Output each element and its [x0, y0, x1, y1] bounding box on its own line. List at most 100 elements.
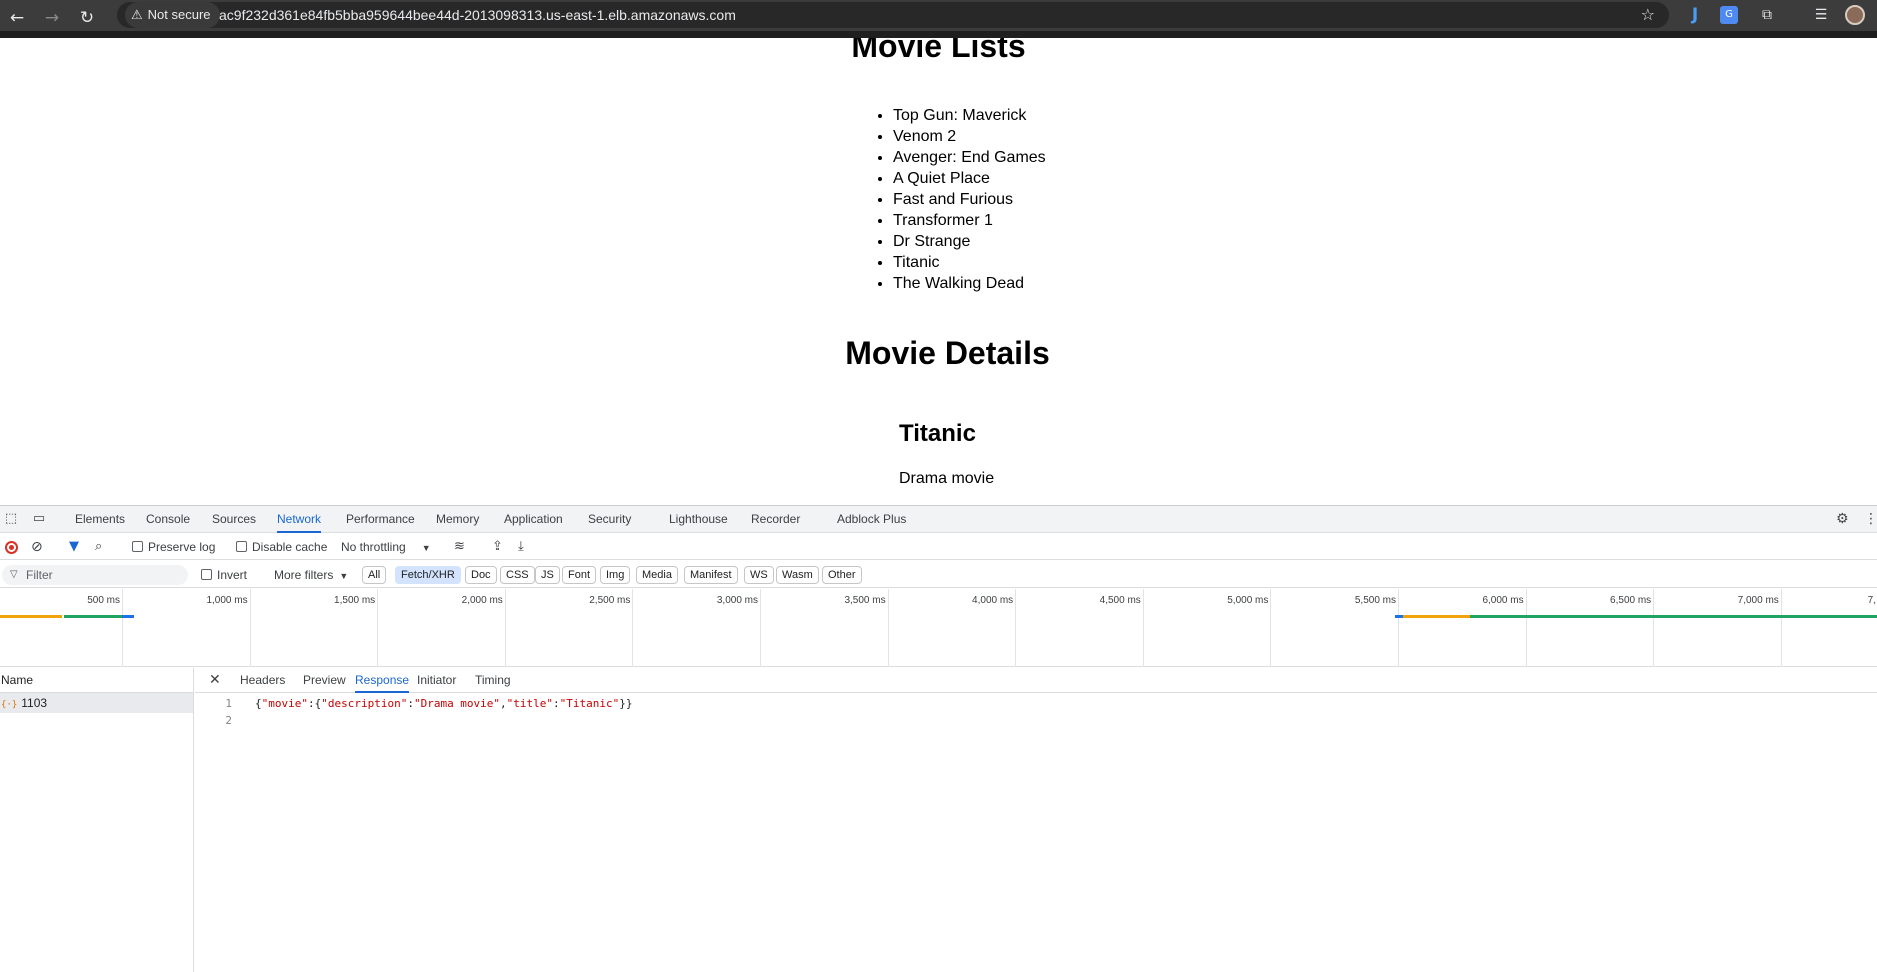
timeline-tick-label: 4,500 ms	[1099, 595, 1141, 606]
disable-cache-label: Disable cache	[252, 540, 328, 554]
checkbox-box[interactable]	[201, 569, 212, 580]
json-key: "movie"	[261, 697, 308, 710]
settings-gear-icon[interactable]: ⚙	[1836, 512, 1849, 526]
more-filters-dropdown[interactable]: More filters ▼	[274, 562, 348, 588]
toolbar-divider	[0, 31, 1877, 38]
preserve-log-label: Preserve log	[148, 540, 216, 554]
device-toolbar-icon[interactable]: ▭	[31, 511, 47, 527]
filter-chip-js[interactable]: JS	[535, 566, 560, 584]
timeline-gridline	[504, 589, 506, 667]
filter-chip-doc[interactable]: Doc	[465, 566, 497, 584]
filter-chip-wasm[interactable]: Wasm	[776, 566, 819, 584]
more-options-icon[interactable]: ⋮	[1864, 512, 1877, 526]
url-text[interactable]: ac9f232d361e84fb5bba959644bee44d-2013098…	[219, 2, 736, 28]
timeline-gridline	[249, 589, 251, 667]
filter-placeholder: Filter	[26, 568, 53, 582]
name-column-header[interactable]: Name	[0, 668, 193, 693]
waterfall-bar	[1403, 615, 1470, 618]
selected-movie-description: Drama movie	[899, 470, 995, 487]
invert-checkbox[interactable]: Invert	[201, 562, 247, 588]
tab-timing[interactable]: Timing	[475, 668, 511, 693]
filter-chip-fetch-xhr[interactable]: Fetch/XHR	[395, 566, 461, 584]
disable-cache-checkbox[interactable]: Disable cache	[236, 534, 327, 560]
network-toolbar: ⊘ ▼ ⌕ Preserve log Disable cache No thro…	[0, 534, 1877, 560]
movie-list-item[interactable]: A Quiet Place	[893, 168, 1046, 189]
request-detail-pane: ✕ Headers Preview Response Initiator Tim…	[195, 668, 1877, 972]
media-control-icon[interactable]: ☰	[1810, 4, 1832, 26]
tab-headers[interactable]: Headers	[240, 668, 285, 693]
json-key: "description"	[321, 697, 408, 710]
filter-chip-manifest[interactable]: Manifest	[684, 566, 738, 584]
forward-arrow-icon[interactable]: →	[39, 5, 65, 31]
line-number: 2	[225, 714, 232, 727]
checkbox-box[interactable]	[132, 541, 143, 552]
filter-chip-other[interactable]: Other	[822, 566, 862, 584]
filter-chip-css[interactable]: CSS	[500, 566, 535, 584]
movie-list-item[interactable]: Top Gun: Maverick	[893, 105, 1046, 126]
filter-funnel-icon[interactable]: ▼	[69, 534, 79, 560]
import-har-icon[interactable]: ⇪	[492, 534, 503, 560]
movie-details-heading: Movie Details	[845, 335, 1050, 371]
tab-console[interactable]: Console	[146, 506, 190, 533]
jira-extension-icon[interactable]: J	[1684, 4, 1706, 26]
throttling-select[interactable]: No throttling ▼	[341, 534, 431, 560]
movie-list-item[interactable]: Transformer 1	[893, 210, 1046, 231]
tab-performance[interactable]: Performance	[346, 506, 415, 533]
timeline-gridline	[1653, 589, 1655, 667]
tab-application[interactable]: Application	[504, 506, 563, 533]
network-conditions-icon[interactable]: ≋	[454, 534, 465, 560]
tab-memory[interactable]: Memory	[436, 506, 479, 533]
movie-list-item[interactable]: Dr Strange	[893, 231, 1046, 252]
timeline-gridline	[1525, 589, 1527, 667]
bookmark-star-icon[interactable]: ☆	[1641, 2, 1655, 28]
translate-extension-icon[interactable]: G	[1720, 6, 1738, 24]
preserve-log-checkbox[interactable]: Preserve log	[132, 534, 215, 560]
movie-list-item[interactable]: The Walking Dead	[893, 273, 1046, 294]
filter-chip-font[interactable]: Font	[562, 566, 597, 584]
throttling-value: No throttling	[341, 540, 406, 554]
filter-input[interactable]: ▽ Filter	[2, 565, 188, 585]
movie-list-item[interactable]: Fast and Furious	[893, 189, 1046, 210]
timeline-tick-label: 1,500 ms	[334, 595, 376, 606]
filter-chip-media[interactable]: Media	[636, 566, 678, 584]
tab-sources[interactable]: Sources	[212, 506, 256, 533]
export-har-icon[interactable]: ⤓	[518, 534, 524, 560]
clear-log-icon[interactable]: ⊘	[31, 534, 43, 560]
back-arrow-icon[interactable]: ←	[4, 5, 30, 31]
record-stop-icon[interactable]	[5, 541, 18, 554]
json-value: "Titanic"	[559, 697, 620, 710]
tab-security[interactable]: Security	[588, 506, 631, 533]
tab-lighthouse[interactable]: Lighthouse	[669, 506, 728, 533]
tab-adblock-plus[interactable]: Adblock Plus	[837, 506, 906, 533]
filter-chip-img[interactable]: Img	[600, 566, 631, 584]
timeline-gridline	[1015, 589, 1017, 667]
tab-preview[interactable]: Preview	[303, 668, 346, 693]
extensions-puzzle-icon[interactable]: ⧉	[1756, 4, 1778, 26]
tab-recorder[interactable]: Recorder	[751, 506, 800, 533]
request-row[interactable]: {·} 1103	[0, 693, 193, 713]
tab-elements[interactable]: Elements	[75, 506, 125, 533]
filter-chip-all[interactable]: All	[362, 566, 387, 584]
profile-avatar[interactable]	[1845, 5, 1865, 25]
tab-network[interactable]: Network	[277, 506, 322, 533]
json-punct: ,	[500, 697, 507, 710]
waterfall-bar	[1470, 615, 1877, 618]
timeline-tick-label: 7,	[1867, 595, 1876, 606]
address-bar[interactable]: ⚠ Not secure ac9f232d361e84fb5bba959644be…	[117, 2, 1669, 28]
tab-response[interactable]: Response	[355, 668, 410, 693]
network-overview-timeline[interactable]: 500 ms 1,000 ms 1,500 ms 2,000 ms 2,500 ms 3,…	[0, 589, 1877, 667]
security-chip[interactable]: ⚠ Not secure	[125, 2, 220, 28]
timeline-gridline	[377, 589, 379, 667]
reload-icon[interactable]: ↻	[74, 5, 100, 31]
timeline-tick-label: 7,000 ms	[1737, 595, 1779, 606]
movie-list-item[interactable]: Titanic	[893, 252, 1046, 273]
checkbox-box[interactable]	[236, 541, 247, 552]
inspect-element-icon[interactable]: ⬚	[3, 511, 19, 527]
timeline-gridline	[1780, 589, 1782, 667]
search-icon[interactable]: ⌕	[95, 534, 102, 560]
movie-list-item[interactable]: Venom 2	[893, 126, 1046, 147]
tab-initiator[interactable]: Initiator	[417, 668, 456, 693]
close-icon[interactable]: ✕	[209, 668, 221, 692]
movie-list-item[interactable]: Avenger: End Games	[893, 147, 1046, 168]
filter-chip-ws[interactable]: WS	[744, 566, 774, 584]
